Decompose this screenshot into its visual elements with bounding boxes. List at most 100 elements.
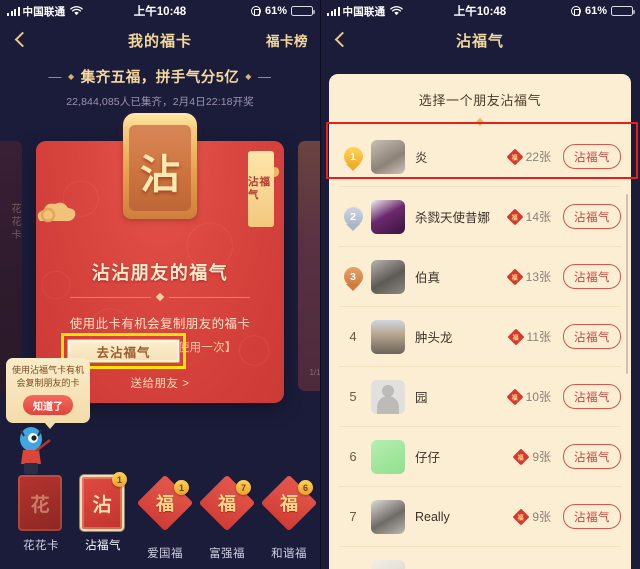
fu-diamond-icon: 福 [512, 508, 530, 525]
right-phone-screen: 中国联通 上午10:48 61% 沾福气 选择一个朋友沾福气 1 炎 福 22张… [320, 0, 640, 569]
rank-cell: 2 [339, 207, 367, 231]
battery-icon [611, 5, 635, 17]
slogan-dash-left: — [48, 69, 63, 84]
table-row-partial[interactable] [339, 547, 621, 569]
wifi-icon [390, 6, 404, 16]
zhanfuqi-button[interactable]: 沾福气 [563, 324, 621, 349]
card-title: 沾沾朋友的福气 [91, 263, 229, 283]
friend-name: 肿头龙 [415, 331, 453, 345]
strip-label-3: 富强福 [209, 548, 245, 560]
zhanfuqi-button[interactable]: 沾福气 [563, 504, 621, 529]
status-bar-right: 中国联通 上午10:48 61% [320, 0, 640, 22]
fu-count: 福 14张 [506, 208, 551, 225]
fuka-ranking-link[interactable]: 福卡榜 [266, 30, 308, 50]
usage-tooltip: 使用沾福气卡有机 会复制朋友的卡 知道了 [6, 358, 90, 430]
side-card-previous-label: 花花卡 [9, 202, 20, 242]
rank-cell: 7 [339, 509, 367, 524]
battery-percent-label: 61% [584, 5, 607, 17]
status-bar-left: 中国联通 上午10:48 61% [0, 0, 320, 22]
fu-diamond-icon: 福 [506, 208, 524, 225]
avatar [371, 199, 405, 234]
table-row[interactable]: 1 炎 福 22张 沾福气 [339, 127, 621, 187]
friend-name: 仔仔 [415, 451, 441, 465]
strip-thumb-4[interactable]: 福 6 [260, 474, 318, 539]
strip-label-0: 花花卡 [23, 540, 59, 552]
fu-count-label: 11张 [526, 330, 551, 344]
zhanfuqi-button[interactable]: 沾福气 [563, 384, 621, 409]
battery-percent-label: 61% [264, 5, 287, 17]
strip-thumb-glyph-2: 福 [156, 494, 174, 514]
strip-label-1: 沾福气 [85, 540, 121, 552]
avatar [371, 439, 405, 474]
slogan-dash-right: — [257, 69, 272, 84]
strip-thumb-3[interactable]: 福 7 [198, 474, 256, 539]
strip-badge-2: 1 [174, 480, 189, 495]
table-row[interactable]: 6 仔仔 福 9张 沾福气 [339, 427, 621, 487]
signal-icon [327, 6, 340, 16]
battery-icon [291, 5, 315, 17]
strip-thumb-0[interactable]: 花 [18, 475, 64, 531]
strip-item-1[interactable]: 沾 1 沾福气 [78, 472, 128, 553]
friend-name: 园 [415, 391, 428, 405]
fu-diamond-icon: 福 [506, 268, 524, 285]
card-emblem-char: 沾 [140, 153, 180, 197]
table-row[interactable]: 2 杀戮天使昔娜 福 14张 沾福气 [339, 187, 621, 247]
rank-cell: 5 [339, 389, 367, 404]
avatar [371, 259, 405, 294]
medal-icon-silver: 2 [343, 207, 363, 231]
side-card-previous[interactable]: 花花卡 [0, 141, 22, 391]
table-row[interactable]: 4 肿头龙 福 11张 沾福气 [339, 307, 621, 367]
zhanfuqi-button[interactable]: 沾福气 [563, 204, 621, 229]
table-row[interactable]: 5 园 福 10张 沾福气 [339, 367, 621, 427]
zhanfuqi-button[interactable]: 沾福气 [563, 144, 621, 169]
page-title-right: 沾福气 [455, 32, 504, 50]
strip-thumb-2[interactable]: 福 1 [136, 474, 194, 539]
strip-item-2[interactable]: 福 1 爱国福 [136, 474, 194, 561]
rotation-lock-icon [250, 6, 261, 16]
sheet-title: 选择一个朋友沾福气 [418, 93, 542, 108]
list-scrollbar[interactable] [625, 194, 628, 374]
mascot-character [14, 424, 56, 476]
tooltip-line-1: 使用沾福气卡有机 [11, 365, 84, 375]
fu-count: 福 11张 [507, 328, 551, 345]
strip-badge-1: 1 [112, 472, 127, 487]
fu-diamond-icon: 福 [506, 388, 524, 405]
tooltip-dismiss-button[interactable]: 知道了 [23, 395, 73, 416]
table-row[interactable]: 3 伯真 福 13张 沾福气 [339, 247, 621, 307]
side-card-next[interactable]: 沾福气 1/1 [298, 141, 320, 391]
fu-diamond-icon: 福 [506, 148, 524, 165]
fu-count-label: 9张 [532, 510, 551, 524]
cloud-decoration-left [36, 199, 80, 232]
friend-list[interactable]: 1 炎 福 22张 沾福气 2 杀戮天使昔娜 福 14张 沾福气 3 伯真 福 … [329, 127, 631, 569]
avatar [371, 319, 405, 354]
rotation-lock-icon [570, 6, 581, 16]
diamond-icon-left: ◆ [68, 72, 75, 81]
fu-diamond-icon: 福 [512, 448, 530, 465]
rank-cell: 3 [339, 267, 367, 291]
zhanfuqi-button[interactable]: 沾福气 [563, 444, 621, 469]
table-row[interactable]: 7 Really 福 9张 沾福气 [339, 487, 621, 547]
avatar [371, 499, 405, 534]
strip-thumb-1[interactable]: 沾 1 [80, 472, 127, 531]
avatar [371, 379, 405, 414]
rank-number: 4 [349, 329, 357, 344]
fu-count: 福 13张 [506, 268, 551, 285]
slogan-text: 集齐五福，拼手气分5亿 [80, 70, 240, 86]
strip-item-3[interactable]: 福 7 富强福 [198, 474, 256, 561]
strip-label-2: 爱国福 [147, 548, 183, 560]
strip-item-0[interactable]: 花 花花卡 [16, 475, 66, 553]
carrier-label: 中国联通 [22, 5, 66, 18]
card-corner-tag: 沾福气 [248, 151, 274, 227]
medal-icon-gold: 1 [343, 147, 363, 171]
medal-icon-bronze: 3 [343, 267, 363, 291]
left-phone-screen: 中国联通 上午10:48 61% 我的福卡 福卡榜 — ◆ 集齐五福，拼手气分5… [0, 0, 320, 569]
card-separator [70, 292, 250, 302]
fuka-thumbnail-strip[interactable]: 花 花花卡 沾 1 沾福气 福 1 爱国福 福 7 富强福 福 6 和谐福 [0, 472, 320, 561]
status-bar-right-right-group: 61% [570, 5, 635, 17]
strip-item-4[interactable]: 福 6 和谐福 [260, 474, 318, 561]
fu-count: 福 9张 [512, 448, 551, 465]
friend-picker-sheet: 选择一个朋友沾福气 1 炎 福 22张 沾福气 2 杀戮天使昔娜 福 14张 沾… [329, 74, 631, 569]
sheet-separator [329, 117, 631, 127]
zhanfuqi-button[interactable]: 沾福气 [563, 264, 621, 289]
avatar [371, 139, 405, 174]
